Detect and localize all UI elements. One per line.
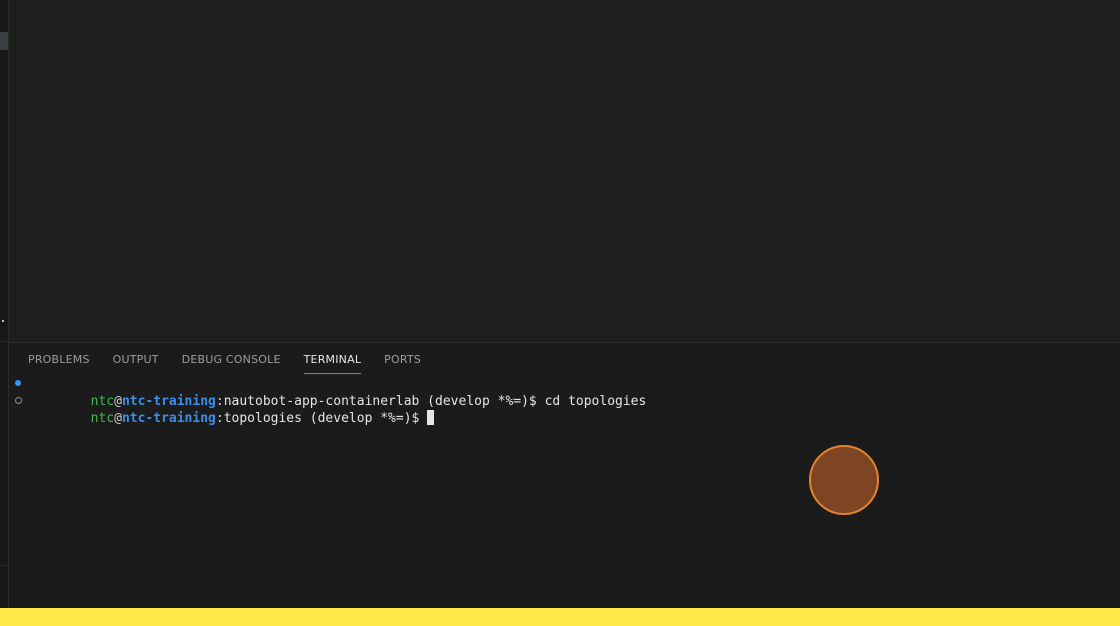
terminal-view[interactable]: ntc@ntc-training:nautobot-app-containerl… xyxy=(9,376,1120,606)
activity-bar xyxy=(0,0,9,608)
click-indicator xyxy=(809,445,879,515)
tab-terminal[interactable]: TERMINAL xyxy=(303,343,362,374)
activity-bar-dot xyxy=(2,320,4,322)
vscode-window: PROBLEMS OUTPUT DEBUG CONSOLE TERMINAL P… xyxy=(0,0,1120,626)
prompt-at: @ xyxy=(114,411,122,426)
tab-output[interactable]: OUTPUT xyxy=(113,343,159,373)
editor-area[interactable] xyxy=(9,0,1120,342)
tab-debug-console[interactable]: DEBUG CONSOLE xyxy=(182,343,281,373)
terminal-line: ntc@ntc-training:nautobot-app-containerl… xyxy=(9,376,1120,409)
prompt-user: ntc xyxy=(90,411,115,426)
command-success-decoration-icon[interactable] xyxy=(15,380,21,386)
panel-tabs: PROBLEMS OUTPUT DEBUG CONSOLE TERMINAL P… xyxy=(28,343,444,374)
tab-problems[interactable]: PROBLEMS xyxy=(28,343,90,373)
terminal-cursor xyxy=(427,410,435,425)
bottom-panel: PROBLEMS OUTPUT DEBUG CONSOLE TERMINAL P… xyxy=(9,343,1120,608)
prompt-path: topologies (develop *%=)$ xyxy=(223,411,420,426)
highlight-bar xyxy=(0,608,1120,626)
activity-bar-active-marker xyxy=(0,32,8,50)
activity-bar-divider xyxy=(0,341,8,342)
terminal-command xyxy=(419,411,427,426)
terminal-line: ntc@ntc-training:topologies (develop *%=… xyxy=(9,393,1120,426)
tab-ports[interactable]: PORTS xyxy=(384,343,421,373)
prompt-host: ntc-training xyxy=(121,411,216,426)
activity-bar-divider xyxy=(0,565,8,566)
command-pending-decoration-icon[interactable] xyxy=(15,397,22,404)
prompt-colon: : xyxy=(215,411,224,426)
